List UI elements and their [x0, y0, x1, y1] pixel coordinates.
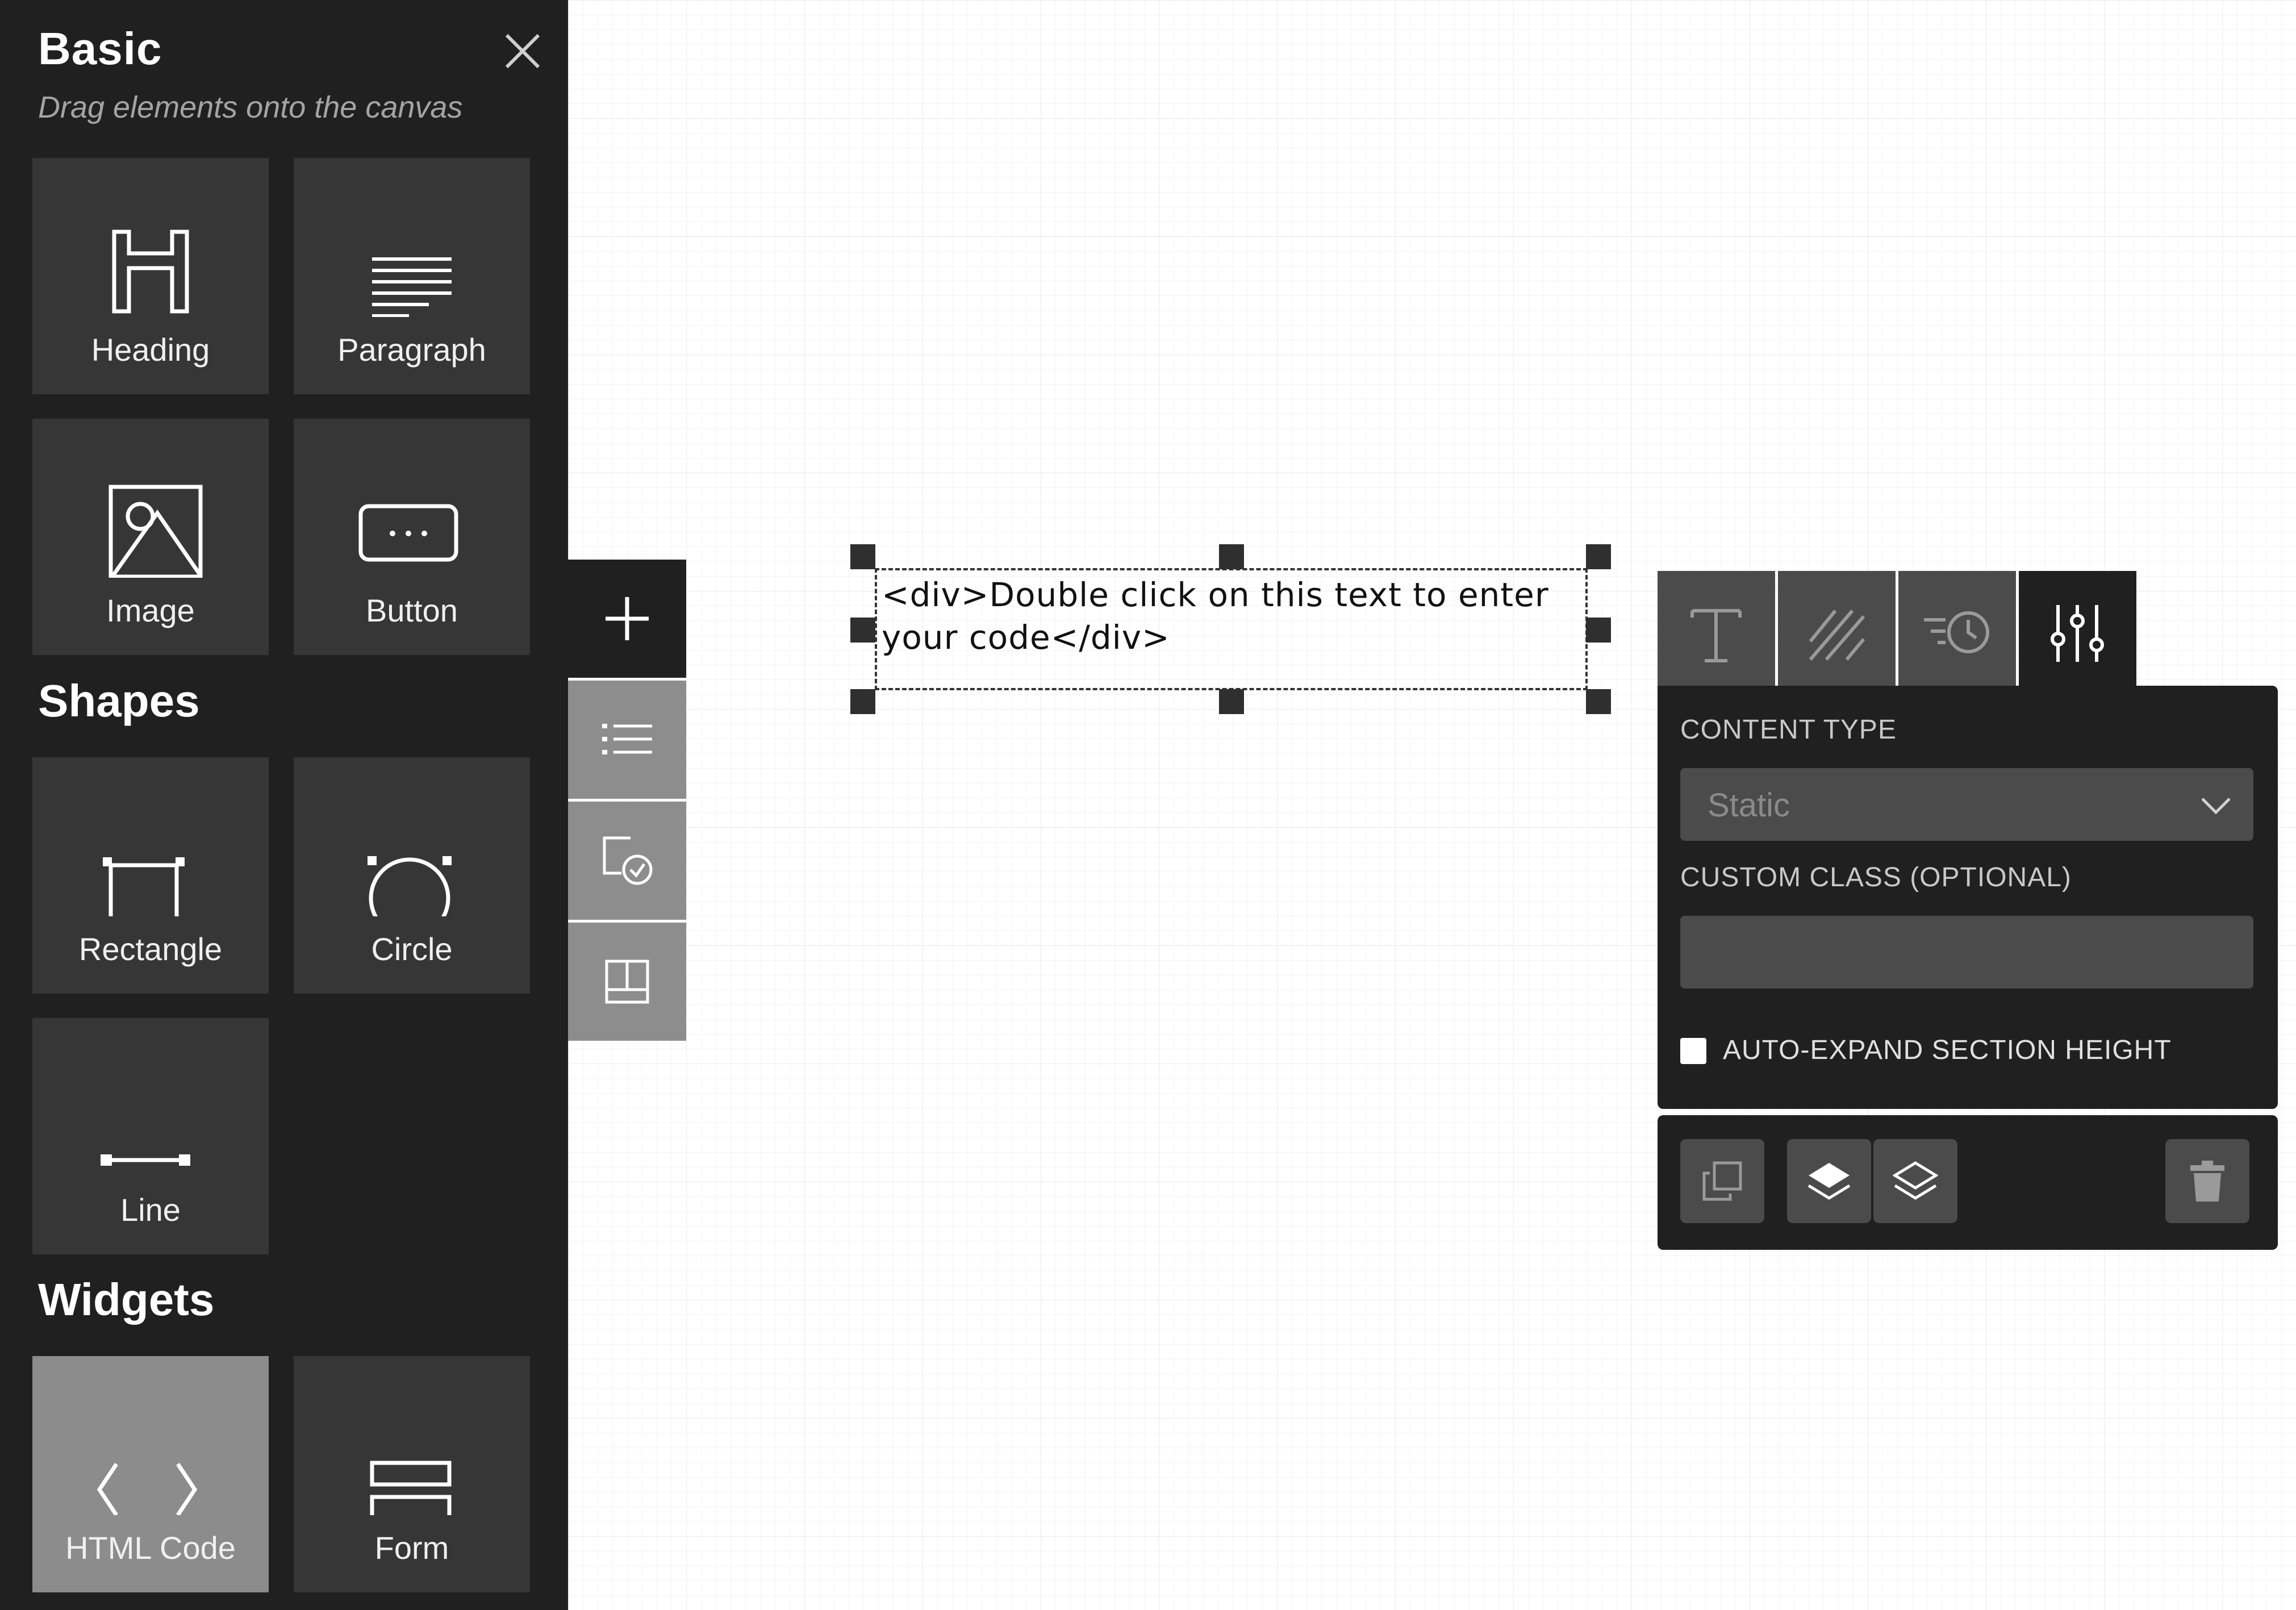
- page-check-icon: [603, 836, 653, 885]
- line-icon: [32, 1018, 269, 1200]
- text-icon: [1690, 609, 1742, 662]
- duplicate-icon: [1702, 1161, 1742, 1201]
- form-icon: [294, 1356, 530, 1538]
- tile-label: Heading: [91, 332, 210, 368]
- content-type-value: Static: [1708, 787, 1790, 824]
- auto-expand-checkbox[interactable]: [1680, 1038, 1706, 1064]
- heading-icon: [32, 158, 269, 340]
- delete-button[interactable]: [2165, 1139, 2249, 1223]
- add-icon: [606, 597, 649, 640]
- resize-handle-left[interactable]: [850, 618, 875, 643]
- widgets-section-title: Widgets: [38, 1274, 215, 1325]
- custom-class-input[interactable]: [1680, 916, 2253, 988]
- bring-forward-button[interactable]: [1787, 1139, 1871, 1223]
- chevron-down-icon: [2201, 798, 2231, 815]
- circle-icon: [294, 757, 530, 939]
- resize-handle-bottom-left[interactable]: [850, 689, 875, 714]
- animation-icon: [1924, 611, 1989, 653]
- button-icon: [294, 419, 530, 600]
- trash-icon: [2190, 1161, 2224, 1202]
- custom-class-label: CUSTOM CLASS (OPTIONAL): [1680, 862, 2072, 892]
- shapes-section-title: Shapes: [38, 675, 200, 726]
- line-tile[interactable]: Line: [32, 1018, 269, 1254]
- html-code-tile[interactable]: HTML Code: [32, 1356, 269, 1592]
- html-code-text[interactable]: <div>Double click on this text to enter …: [882, 575, 1549, 657]
- tile-label: Button: [366, 593, 458, 628]
- close-icon[interactable]: [500, 28, 545, 74]
- panel-title: Basic: [38, 23, 162, 74]
- resize-handle-bottom[interactable]: [1219, 689, 1244, 714]
- elements-panel: Basic Drag elements onto the canvas Head…: [0, 0, 568, 1610]
- tile-label: Image: [106, 593, 195, 628]
- resize-handle-top-left[interactable]: [850, 544, 875, 569]
- tile-label: Form: [374, 1530, 449, 1566]
- content-type-label: CONTENT TYPE: [1680, 715, 1897, 745]
- tile-label: Paragraph: [337, 332, 486, 368]
- resize-handle-top[interactable]: [1219, 544, 1244, 569]
- resize-handle-top-right[interactable]: [1586, 544, 1611, 569]
- image-tile[interactable]: Image: [32, 419, 269, 655]
- element-action-bar: [1658, 1115, 2278, 1250]
- auto-expand-label[interactable]: AUTO-EXPAND SECTION HEIGHT: [1723, 1035, 2172, 1066]
- rectangle-icon: [32, 757, 269, 939]
- button-tile[interactable]: Button: [294, 419, 530, 655]
- tab-animation[interactable]: [1898, 571, 2016, 686]
- list-icon: [602, 724, 652, 754]
- settings-tabs: [1658, 571, 2137, 686]
- layout-icon: [605, 960, 649, 1004]
- panel-subtitle: Drag elements onto the canvas: [38, 90, 463, 124]
- resize-handle-right[interactable]: [1586, 618, 1611, 643]
- code-icon: [32, 1356, 269, 1538]
- tile-label: Line: [120, 1192, 181, 1228]
- paragraph-tile[interactable]: Paragraph: [294, 158, 530, 394]
- tab-text[interactable]: [1658, 571, 1775, 686]
- content-type-select[interactable]: Static: [1680, 768, 2253, 841]
- bring-forward-icon: [1807, 1163, 1851, 1200]
- layout-button[interactable]: [568, 923, 686, 1041]
- settings-sliders-icon: [2051, 605, 2104, 662]
- html-code-element[interactable]: <div>Double click on this text to enter …: [875, 568, 1588, 690]
- image-icon: [32, 419, 269, 600]
- send-backward-button[interactable]: [1873, 1139, 1957, 1223]
- resize-handle-bottom-right[interactable]: [1586, 689, 1611, 714]
- tab-style[interactable]: [1778, 571, 1896, 686]
- tile-label: Rectangle: [78, 931, 223, 967]
- sections-button[interactable]: [568, 681, 686, 799]
- tab-settings[interactable]: [2019, 571, 2136, 686]
- duplicate-button[interactable]: [1680, 1139, 1764, 1223]
- send-backward-icon: [1893, 1161, 1938, 1200]
- rectangle-tile[interactable]: Rectangle: [32, 757, 269, 994]
- tile-label: Circle: [371, 931, 453, 967]
- page-settings-button[interactable]: [568, 802, 686, 920]
- settings-panel: CONTENT TYPE Static CUSTOM CLASS (OPTION…: [1658, 686, 2278, 1109]
- add-element-button[interactable]: [568, 560, 686, 678]
- form-tile[interactable]: Form: [294, 1356, 530, 1592]
- style-icon: [1809, 610, 1865, 661]
- circle-tile[interactable]: Circle: [294, 757, 530, 994]
- tool-strip: [568, 560, 686, 1044]
- tile-label: HTML Code: [65, 1530, 236, 1566]
- heading-tile[interactable]: Heading: [32, 158, 269, 394]
- paragraph-icon: [294, 158, 530, 340]
